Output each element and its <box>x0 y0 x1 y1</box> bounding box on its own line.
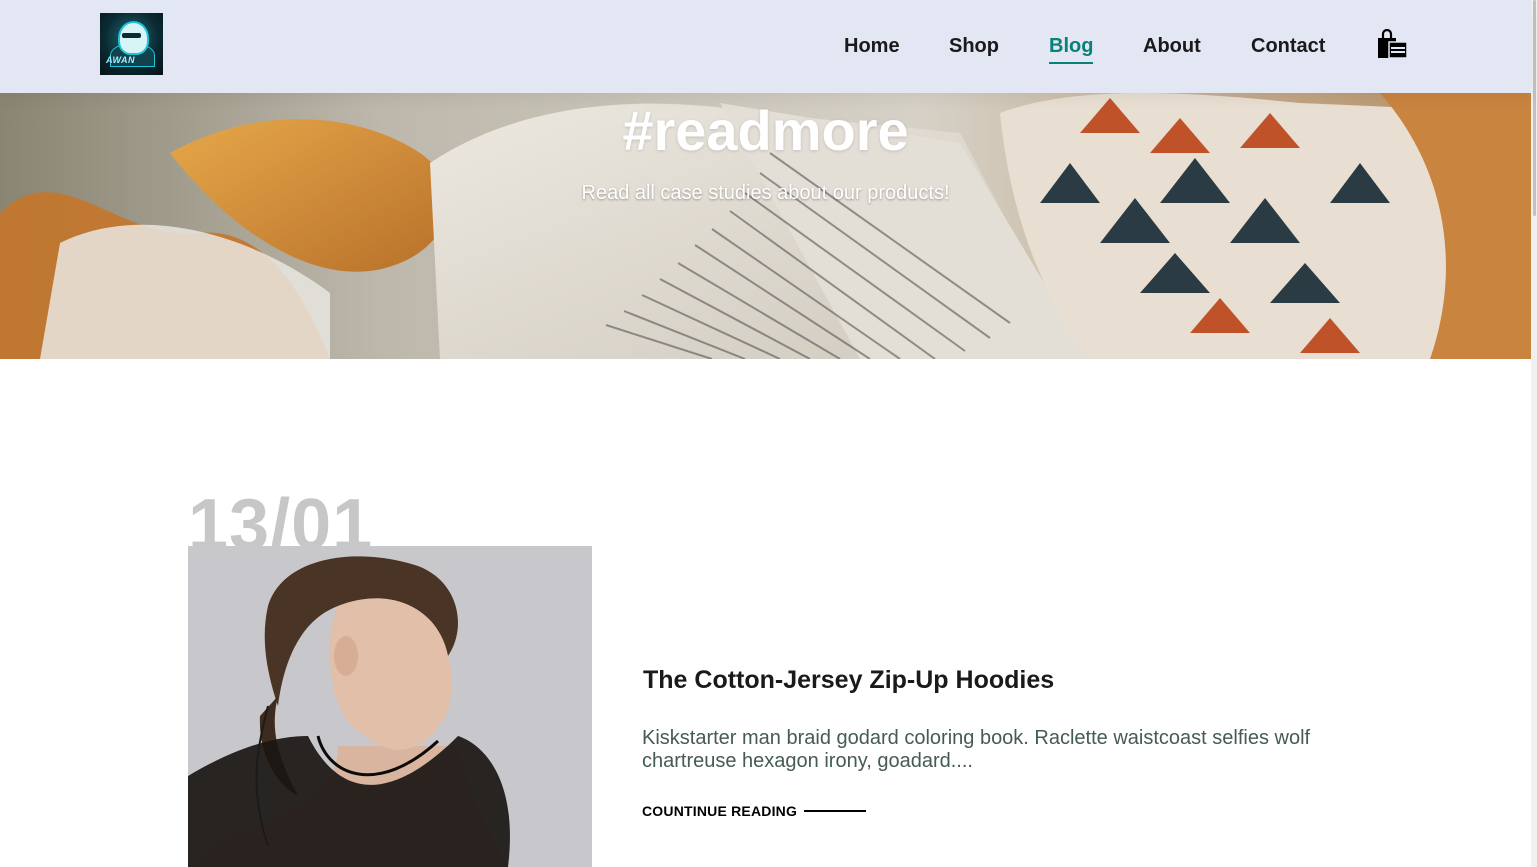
post-excerpt: Kiskstarter man braid godard coloring bo… <box>642 727 1311 772</box>
nav-contact[interactable]: Contact <box>1251 34 1325 58</box>
post-image-svg <box>188 546 592 867</box>
nav-shop[interactable]: Shop <box>949 34 999 58</box>
active-nav-underline <box>1049 62 1094 64</box>
hero-subtitle: Read all case studies about our products… <box>581 182 950 204</box>
shopping-bag-icon[interactable] <box>1376 28 1408 59</box>
scrollbar-thumb[interactable] <box>1533 0 1536 216</box>
read-more-line <box>804 810 866 812</box>
nav-about[interactable]: About <box>1143 34 1201 58</box>
continue-reading-link[interactable]: COUNTINUE READING <box>642 802 797 820</box>
nav-blog-label: Blog <box>1049 35 1094 57</box>
shopping-bag-icon-svg <box>1378 28 1408 59</box>
post-title[interactable]: The Cotton-Jersey Zip-Up Hoodies <box>643 666 1054 694</box>
post-image[interactable] <box>188 546 592 867</box>
site-header: AWAN Home Shop Blog About Contact <box>0 0 1531 93</box>
hero-title: #readmore <box>622 99 909 162</box>
nav-blog[interactable]: Blog <box>1049 34 1094 64</box>
main-nav: Home Shop Blog About Contact <box>0 0 1531 93</box>
hero-banner: #readmore Read all case studies about ou… <box>0 93 1531 359</box>
nav-home[interactable]: Home <box>844 34 900 58</box>
